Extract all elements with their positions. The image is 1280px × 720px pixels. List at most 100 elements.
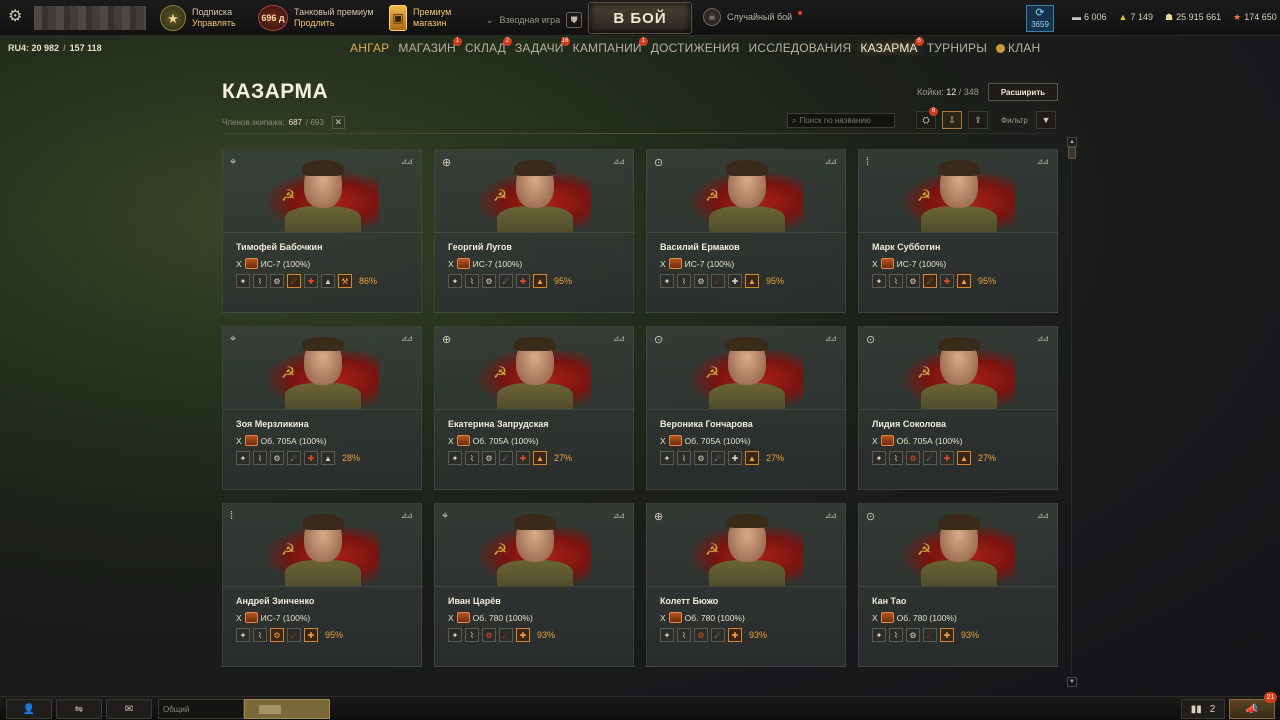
skill-icon[interactable]: ⚙ [270, 628, 284, 642]
skill-icon[interactable]: ⚒ [338, 274, 352, 288]
crew-card[interactable]: ⊙ ⊿⊿ ☭ Кан Тао X Об. 780 (100%) ✦ ⌇ ⚙ ☄ ✚ 93% [858, 503, 1058, 667]
free-xp-balance[interactable]: ★ 174 650 [1233, 12, 1277, 23]
skill-icon[interactable]: ⌇ [677, 451, 691, 465]
scroll-up-icon[interactable]: ▲ [1067, 137, 1077, 147]
gold-balance[interactable]: ▲ 7 149 [1119, 12, 1153, 23]
skill-icon[interactable]: ✚ [728, 451, 742, 465]
crew-card[interactable]: ⁞ ⊿⊿ ☭ Андрей Зинченко X ИС-7 (100%) ✦ ⌇ ⚙ ☄ ✚ 95% [222, 503, 423, 667]
nav-item-6[interactable]: ИССЛЕДОВАНИЯ [749, 41, 852, 55]
skill-icon[interactable]: ⚙ [694, 628, 708, 642]
skill-icon[interactable]: ☄ [499, 451, 513, 465]
skill-icon[interactable]: ⌇ [465, 274, 479, 288]
nav-item-7[interactable]: КАЗАРМА 6 [860, 37, 924, 55]
credits-balance[interactable]: ☗ 25 915 661 [1165, 12, 1221, 23]
skill-icon[interactable]: ⌇ [889, 274, 903, 288]
skill-icon[interactable]: ✚ [940, 628, 954, 642]
crew-card[interactable]: ⌖ ⊿⊿ ☭ Тимофей Бабочкин X ИС-7 (100%) ✦ ⌇ ⚙ ☄ ✚ ▲ ⚒ 8… [222, 149, 423, 313]
skill-icon[interactable]: ⌇ [253, 628, 267, 642]
skill-icon[interactable]: ✚ [728, 628, 742, 642]
skill-icon[interactable]: ☄ [711, 628, 725, 642]
crew-card[interactable]: ⊕ ⊿⊿ ☭ Колетт Бюжо X Об. 780 (100%) ✦ ⌇ ⚙ ☄ ✚ 93% [646, 503, 847, 667]
skill-icon[interactable]: ⚙ [270, 274, 284, 288]
skill-icon[interactable]: ✚ [304, 274, 318, 288]
crew-card[interactable]: ⊕ ⊿⊿ ☭ Екатерина Запрудская X Об. 705А (100%)… [434, 326, 635, 490]
nav-item-1[interactable]: МАГАЗИН 1 [398, 37, 462, 55]
skill-icon[interactable]: ✦ [236, 274, 250, 288]
skill-icon[interactable]: ✦ [660, 274, 674, 288]
skill-icon[interactable]: ▲ [321, 451, 335, 465]
skill-icon[interactable]: ⚙ [270, 451, 284, 465]
nav-item-4[interactable]: КАМПАНИИ 1 [573, 37, 648, 55]
skill-icon[interactable]: ✦ [660, 628, 674, 642]
skill-icon[interactable]: ✦ [448, 628, 462, 642]
skill-icon[interactable]: ☄ [711, 451, 725, 465]
skill-icon[interactable]: ✦ [872, 628, 886, 642]
crew-card[interactable]: ⊙ ⊿⊿ ☭ Вероника Гончарова X Об. 705А (100%) ✦ ⌇… [646, 326, 847, 490]
skill-icon[interactable]: ⚙ [694, 451, 708, 465]
player-name-blurred[interactable] [34, 6, 146, 30]
nav-item-2[interactable]: СКЛАД 2 [465, 37, 512, 55]
skill-icon[interactable]: ▲ [533, 451, 547, 465]
skill-icon[interactable]: ⚙ [906, 628, 920, 642]
skill-icon[interactable]: ☄ [287, 274, 301, 288]
skill-icon[interactable]: ⌇ [465, 628, 479, 642]
nav-item-3[interactable]: ЗАДАЧИ 16 [515, 37, 570, 55]
battle-mode-selector[interactable]: ☠ Случайный бой [703, 8, 803, 26]
skill-icon[interactable]: ☄ [923, 274, 937, 288]
chat-button[interactable]: ✉ [106, 699, 152, 719]
skill-icon[interactable]: ✚ [516, 274, 530, 288]
skill-icon[interactable]: ✦ [448, 451, 462, 465]
notifications-button[interactable]: 📣 21 [1229, 692, 1277, 719]
expand-barracks-button[interactable]: Расширить [988, 83, 1058, 101]
skill-icon[interactable]: ⌇ [253, 274, 267, 288]
skill-icon[interactable]: ▲ [745, 451, 759, 465]
skill-icon[interactable]: ✚ [940, 451, 954, 465]
skill-icon[interactable]: ▲ [957, 451, 971, 465]
skill-icon[interactable]: ✦ [236, 628, 250, 642]
skill-icon[interactable]: ✦ [872, 451, 886, 465]
skill-icon[interactable]: ☄ [923, 451, 937, 465]
skill-icon[interactable]: ⚙ [906, 274, 920, 288]
skill-icon[interactable]: ✦ [872, 274, 886, 288]
skill-icon[interactable]: ⚙ [906, 451, 920, 465]
skill-icon[interactable]: ⚙ [482, 628, 496, 642]
skill-icon[interactable]: ☄ [711, 274, 725, 288]
skill-icon[interactable]: ☄ [287, 451, 301, 465]
platoon-button[interactable]: ⌄ Взводная игра ⛊ [486, 12, 583, 28]
skill-icon[interactable]: ⚙ [694, 274, 708, 288]
crew-card[interactable]: ⊙ ⊿⊿ ☭ Лидия Соколова X Об. 705А (100%) ✦ ⌇ ⚙ ☄ ✚ ▲… [858, 326, 1058, 490]
bonds-balance[interactable]: ▬ 6 006 [1072, 12, 1107, 23]
chat-channel[interactable]: Общий [158, 699, 244, 719]
chat-input[interactable] [244, 699, 330, 719]
subscription-button[interactable]: ★ Подписка Управлять [160, 4, 236, 32]
premium-account-button[interactable]: 696 д Танковый премиум Продлить [258, 4, 374, 32]
filter-button[interactable]: ▼ [1036, 111, 1056, 129]
filter-dismissed-button[interactable]: ⇪ [968, 111, 988, 129]
skill-icon[interactable]: ☄ [923, 628, 937, 642]
crew-card[interactable]: ⌖ ⊿⊿ ☭ Зоя Мерзликина X Об. 705А (100%) ✦ ⌇ ⚙ ☄ ✚ ▲… [222, 326, 423, 490]
skill-icon[interactable]: ✚ [304, 628, 318, 642]
filter-in-barracks-button[interactable]: ⇩ [942, 111, 962, 129]
skill-icon[interactable]: ✦ [660, 451, 674, 465]
nav-item-8[interactable]: ТУРНИРЫ [927, 41, 987, 55]
skill-icon[interactable]: ✚ [728, 274, 742, 288]
skill-icon[interactable]: ⌇ [677, 628, 691, 642]
battle-results-button[interactable]: ▮▮ 2 [1181, 699, 1225, 719]
search-input[interactable] [799, 116, 888, 125]
crew-card[interactable]: ⌖ ⊿⊿ ☭ Иван Царёв X Об. 780 (100%) ✦ ⌇ ⚙ ☄ ✚ 93% [434, 503, 635, 667]
skill-icon[interactable]: ▲ [957, 274, 971, 288]
skill-icon[interactable]: ✦ [448, 274, 462, 288]
skill-icon[interactable]: ⌇ [889, 451, 903, 465]
skill-icon[interactable]: ✚ [940, 274, 954, 288]
skill-icon[interactable]: ⌇ [465, 451, 479, 465]
skill-icon[interactable]: ⚙ [482, 451, 496, 465]
skill-icon[interactable]: ✚ [516, 628, 530, 642]
skill-icon[interactable]: ▲ [745, 274, 759, 288]
nav-item-5[interactable]: ДОСТИЖЕНИЯ [651, 41, 740, 55]
contacts-button[interactable]: 👤 [6, 699, 52, 719]
skill-icon[interactable]: ✚ [304, 451, 318, 465]
close-icon[interactable]: ✕ [331, 116, 345, 129]
skill-icon[interactable]: ☄ [287, 628, 301, 642]
skill-icon[interactable]: ▲ [321, 274, 335, 288]
crew-card[interactable]: ⊕ ⊿⊿ ☭ Георгий Лугов X ИС-7 (100%) ✦ ⌇ ⚙ ☄ ✚ ▲ 95% [434, 149, 635, 313]
